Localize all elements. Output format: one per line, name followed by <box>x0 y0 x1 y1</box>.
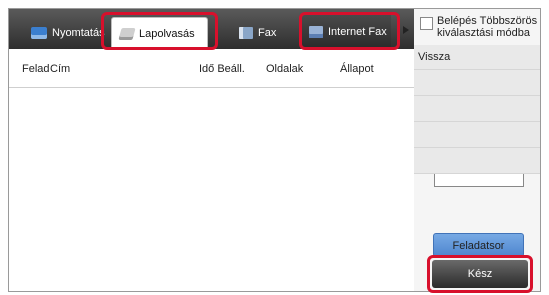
action-slot <box>414 122 540 148</box>
scanner-icon <box>118 27 136 40</box>
action-slot <box>414 70 540 96</box>
back-button[interactable]: Vissza <box>414 45 540 70</box>
multi-select-checkbox[interactable] <box>420 17 433 30</box>
tab-scroll-right-arrow-icon[interactable] <box>403 26 409 34</box>
column-header-time[interactable]: Idő Beáll. <box>199 63 245 75</box>
tab-print-label: Nyomtatás <box>52 27 105 39</box>
job-list <box>9 88 414 291</box>
done-button[interactable]: Kész <box>432 260 528 288</box>
action-slot <box>414 148 540 174</box>
column-header-pages[interactable]: Oldalak <box>266 63 303 75</box>
action-slot <box>414 96 540 122</box>
column-header-title[interactable]: Cím <box>50 63 70 75</box>
tab-internet-fax-label: Internet Fax <box>328 26 387 38</box>
tab-fax-label: Fax <box>258 27 277 39</box>
internet-fax-icon <box>309 26 323 38</box>
job-status-screen: Nyomtatás Lapolvasás Fax Internet Fax Fe… <box>0 0 549 295</box>
tab-scan-label: Lapolvasás <box>139 27 195 40</box>
column-header-sender[interactable]: Felad <box>22 63 50 75</box>
tab-fax[interactable]: Fax <box>231 15 307 51</box>
tab-print[interactable]: Nyomtatás <box>23 15 119 51</box>
multi-select-label: Belépés Többszörös kiválasztási módba <box>437 15 538 39</box>
multi-select-toggle[interactable]: Belépés Többszörös kiválasztási módba <box>416 11 540 45</box>
fax-icon <box>239 27 253 39</box>
action-list: Vissza <box>414 45 540 183</box>
tab-internet-fax[interactable]: Internet Fax <box>301 15 391 49</box>
panel-divider <box>434 174 524 187</box>
printer-icon <box>31 27 47 39</box>
mode-tab-bar: Nyomtatás Lapolvasás Fax Internet Fax <box>9 9 414 49</box>
column-header-status[interactable]: Állapot <box>340 63 374 75</box>
job-queue-button[interactable]: Feladatsor <box>433 233 524 257</box>
tab-scan[interactable]: Lapolvasás <box>111 17 208 49</box>
job-table-header: Felad Cím Idő Beáll. Oldalak Állapot <box>9 49 414 88</box>
